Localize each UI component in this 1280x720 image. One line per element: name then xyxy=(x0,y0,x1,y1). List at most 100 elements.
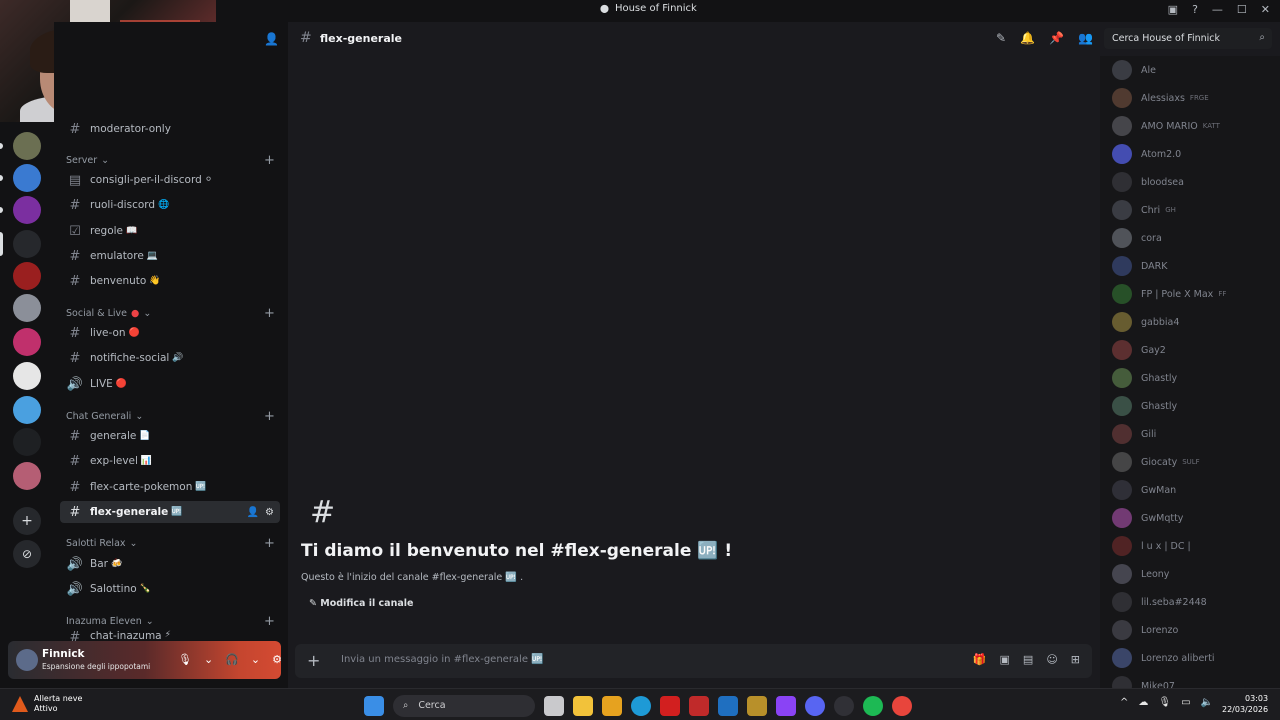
member-item[interactable]: lil.seba#2448 xyxy=(1112,590,1207,614)
cloud-icon[interactable]: ☁ xyxy=(1138,697,1148,708)
taskbar-search[interactable]: ⌕ Cerca xyxy=(393,695,535,717)
discover-icon[interactable]: ⊘ xyxy=(13,540,41,568)
channel-bar[interactable]: 🔊 Bar 🍻 xyxy=(60,553,280,575)
category-chat-generali[interactable]: Chat Generali ⌄ + xyxy=(66,409,275,424)
member-item[interactable]: GwMan xyxy=(1112,478,1176,502)
emoji-icon[interactable]: ☺ xyxy=(1046,653,1057,666)
attach-plus-icon[interactable]: + xyxy=(307,651,320,670)
server-icon-8[interactable] xyxy=(13,362,41,390)
pin-icon[interactable]: 📌 xyxy=(1049,31,1064,45)
add-channel-icon[interactable]: + xyxy=(264,153,275,168)
server-icon-6[interactable] xyxy=(13,294,41,322)
apps-icon[interactable]: ⊞ xyxy=(1071,653,1080,666)
mail-icon[interactable] xyxy=(718,696,738,716)
create-invite-icon[interactable]: 👤 xyxy=(247,507,259,518)
server-icon-11[interactable] xyxy=(13,462,41,490)
help-icon[interactable]: ? xyxy=(1192,3,1198,16)
bell-icon[interactable]: 🔔 xyxy=(1020,31,1035,45)
chevron-up-icon[interactable]: ^ xyxy=(1120,697,1128,708)
message-composer[interactable]: + Invia un messaggio in #flex-generale 🆙… xyxy=(295,644,1092,678)
task-view-icon[interactable] xyxy=(544,696,564,716)
category-inazuma[interactable]: Inazuma Eleven ⌄ + xyxy=(66,614,275,629)
microphone-icon[interactable]: 🎙 xyxy=(178,653,192,666)
member-item[interactable]: GwMqtty xyxy=(1112,506,1183,530)
channel-flex-generale[interactable]: # flex-generale 🆙 👤 ⚙ xyxy=(60,501,280,523)
gift-icon[interactable]: 🎁 xyxy=(973,653,987,666)
add-channel-icon[interactable]: + xyxy=(264,614,275,629)
store-icon[interactable] xyxy=(602,696,622,716)
microphone-icon[interactable]: 🎙 xyxy=(1158,697,1171,708)
server-icon-1[interactable] xyxy=(13,132,41,160)
member-item[interactable]: Ghastly xyxy=(1112,394,1177,418)
chrome-icon[interactable] xyxy=(892,696,912,716)
member-item[interactable]: Leony xyxy=(1112,562,1169,586)
member-item[interactable]: Lorenzo aliberti xyxy=(1112,646,1215,670)
server-icon-9[interactable] xyxy=(13,396,41,424)
server-icon-3[interactable] xyxy=(13,196,41,224)
chevron-down-icon[interactable]: ⌄ xyxy=(204,653,213,666)
weather-widget[interactable]: Allerta neve Attivo xyxy=(12,694,82,714)
server-icon-4[interactable] xyxy=(13,230,41,258)
channel-consigli[interactable]: ▤ consigli-per-il-discord ⚪ xyxy=(60,169,280,191)
member-item[interactable]: cora xyxy=(1112,226,1162,250)
category-social[interactable]: Social & Live ● ⌄ + xyxy=(66,306,275,321)
invite-icon[interactable]: 👤 xyxy=(264,32,279,46)
antivirus-icon[interactable] xyxy=(689,696,709,716)
member-item[interactable]: l u x | DC | xyxy=(1112,534,1191,558)
members-icon[interactable]: 👥 xyxy=(1078,31,1093,45)
game-icon[interactable] xyxy=(747,696,767,716)
message-input[interactable]: Invia un messaggio in #flex-generale 🆙 xyxy=(341,654,544,665)
app-l-icon[interactable] xyxy=(660,696,680,716)
spotify-icon[interactable] xyxy=(863,696,883,716)
server-icon-5[interactable] xyxy=(13,262,41,290)
category-server[interactable]: Server ⌄ + xyxy=(66,153,275,168)
member-item[interactable]: Ghastly xyxy=(1112,366,1177,390)
member-item[interactable]: Ale xyxy=(1112,58,1156,82)
channel-exp-level[interactable]: # exp-level 📊 xyxy=(60,450,280,472)
windows-start-icon[interactable] xyxy=(364,696,384,716)
file-explorer-icon[interactable] xyxy=(573,696,593,716)
channel-flex-carte-pokemon[interactable]: # flex-carte-pokemon 🆙 xyxy=(60,476,280,498)
member-item[interactable]: Alessiaxs FRGE xyxy=(1112,86,1209,110)
minimize-button[interactable]: — xyxy=(1212,3,1223,16)
channel-benvenuto[interactable]: # benvenuto 👋 xyxy=(60,270,280,292)
member-item[interactable]: Atom2.0 xyxy=(1112,142,1181,166)
twitch-icon[interactable] xyxy=(776,696,796,716)
add-channel-icon[interactable]: + xyxy=(264,306,275,321)
sticker-icon[interactable]: ▤ xyxy=(1023,653,1033,666)
channel-live-on[interactable]: # live-on 🔴 xyxy=(60,322,280,344)
member-item[interactable]: bloodsea xyxy=(1112,170,1184,194)
server-icon-7[interactable] xyxy=(13,328,41,356)
channel-live[interactable]: 🔊 LIVE 🔴 xyxy=(60,373,280,395)
channel-regole[interactable]: ☑ regole 📖 xyxy=(60,220,280,242)
channel-moderator-only[interactable]: # moderator-only xyxy=(60,118,280,140)
member-item[interactable]: Giocaty SULF xyxy=(1112,450,1200,474)
clock[interactable]: 03:03 22/03/2026 xyxy=(1222,693,1268,715)
inbox-icon[interactable]: ▣ xyxy=(1168,3,1178,16)
gif-icon[interactable]: ▣ xyxy=(1000,653,1010,666)
server-icon-2[interactable] xyxy=(13,164,41,192)
chevron-down-icon[interactable]: ⌄ xyxy=(251,653,260,666)
member-item[interactable]: Lorenzo xyxy=(1112,618,1178,642)
add-channel-icon[interactable]: + xyxy=(264,409,275,424)
avatar[interactable] xyxy=(16,649,38,671)
gear-icon[interactable]: ⚙ xyxy=(272,653,282,666)
channel-salottino[interactable]: 🔊 Salottino 🍾 xyxy=(60,578,280,600)
obs-icon[interactable] xyxy=(834,696,854,716)
volume-icon[interactable]: 🔈 xyxy=(1201,697,1213,708)
member-item[interactable]: Chri GH xyxy=(1112,198,1176,222)
member-item[interactable]: DARK xyxy=(1112,254,1167,278)
channel-notifiche-social[interactable]: # notifiche-social 🔊 xyxy=(60,347,280,369)
search-input[interactable]: Cerca House of Finnick ⌕ xyxy=(1104,28,1272,49)
server-icon-10[interactable] xyxy=(13,428,41,456)
edge-icon[interactable] xyxy=(631,696,651,716)
category-salotti[interactable]: Salotti Relax ⌄ + xyxy=(66,536,275,551)
gear-icon[interactable]: ⚙ xyxy=(265,507,274,518)
threads-icon[interactable]: ✎ xyxy=(996,31,1006,45)
member-item[interactable]: Gili xyxy=(1112,422,1156,446)
member-item[interactable]: AMO MARIO KATT xyxy=(1112,114,1220,138)
close-button[interactable]: ✕ xyxy=(1261,3,1270,16)
channel-emulatore[interactable]: # emulatore 💻 xyxy=(60,245,280,267)
channel-ruoli[interactable]: # ruoli-discord 🌐 xyxy=(60,194,280,216)
member-item[interactable]: Gay2 xyxy=(1112,338,1166,362)
